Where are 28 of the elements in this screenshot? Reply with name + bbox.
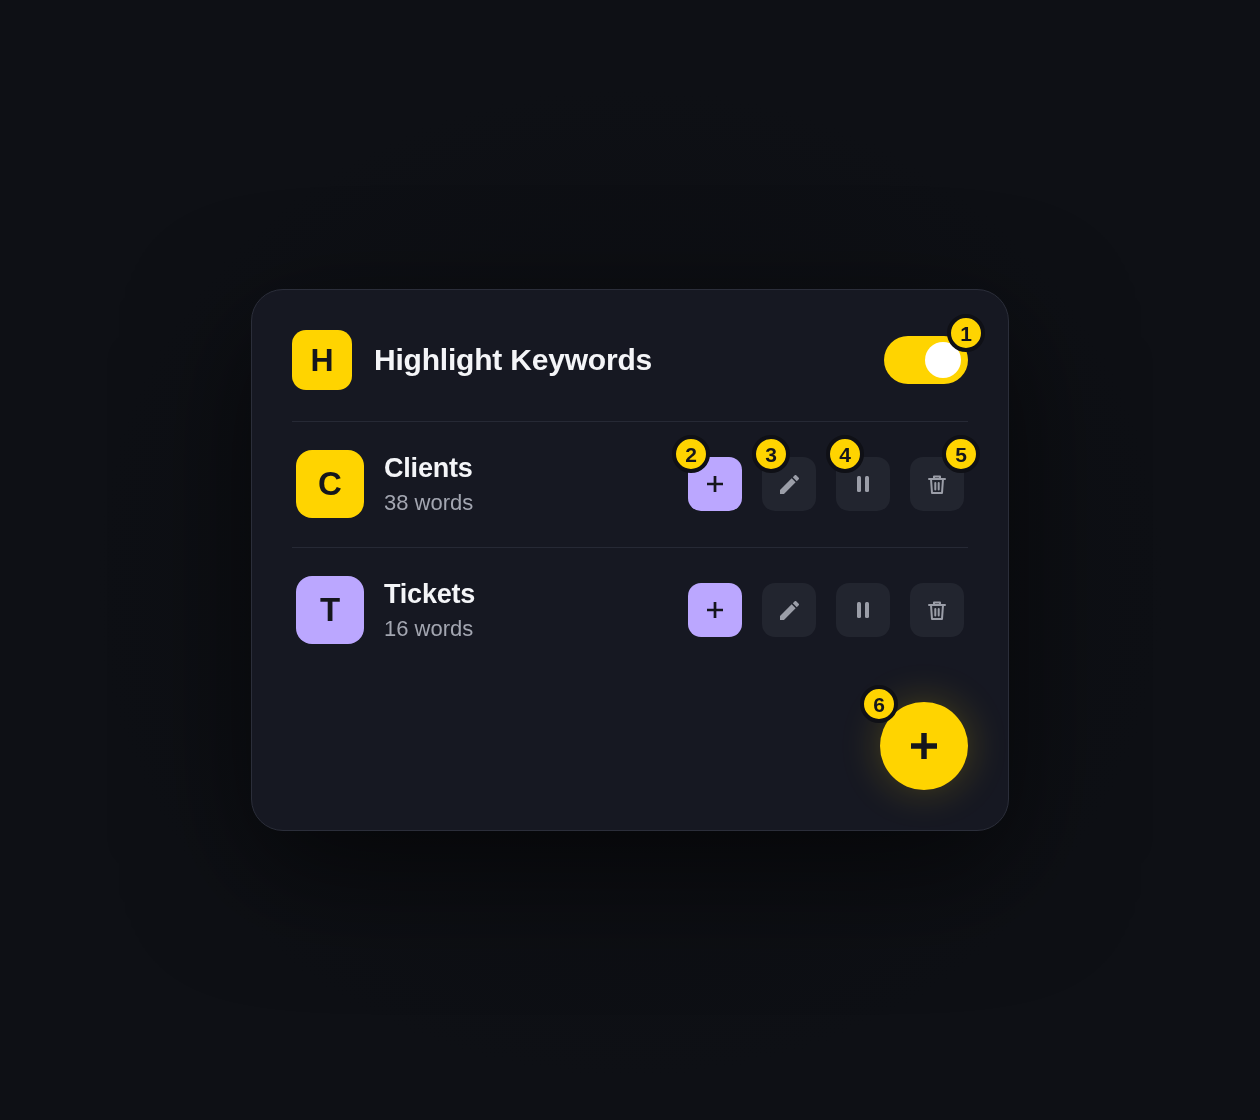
- add-button[interactable]: [688, 583, 742, 637]
- pencil-icon: [779, 600, 799, 620]
- card-title: Highlight Keywords: [374, 343, 653, 377]
- callout-tooltip: 4: [826, 435, 864, 473]
- plus-icon: [911, 733, 937, 759]
- pencil-icon: [779, 474, 799, 494]
- plus-icon: [707, 476, 723, 492]
- delete-button[interactable]: [910, 583, 964, 637]
- callout-tooltip: 3: [752, 435, 790, 473]
- list-name: Tickets: [384, 578, 476, 610]
- pause-button[interactable]: [836, 583, 890, 637]
- callout-tooltip: 5: [942, 435, 980, 473]
- edit-button[interactable]: [762, 583, 816, 637]
- callout-tooltip: 6: [860, 685, 898, 723]
- word-count: 38 words: [384, 489, 474, 516]
- trash-icon: [928, 600, 946, 620]
- app-logo: H: [292, 330, 352, 390]
- plus-icon: [707, 602, 723, 618]
- list-avatar: C: [296, 450, 364, 518]
- callout-tooltip: 1: [947, 314, 985, 352]
- trash-icon: [928, 474, 946, 494]
- word-count: 16 words: [384, 615, 474, 642]
- list-avatar: T: [296, 576, 364, 644]
- pause-icon: [857, 476, 869, 492]
- list-name: Clients: [384, 452, 473, 484]
- pause-icon: [857, 602, 869, 618]
- callout-tooltip: 2: [672, 435, 710, 473]
- toggle-knob: [925, 342, 961, 378]
